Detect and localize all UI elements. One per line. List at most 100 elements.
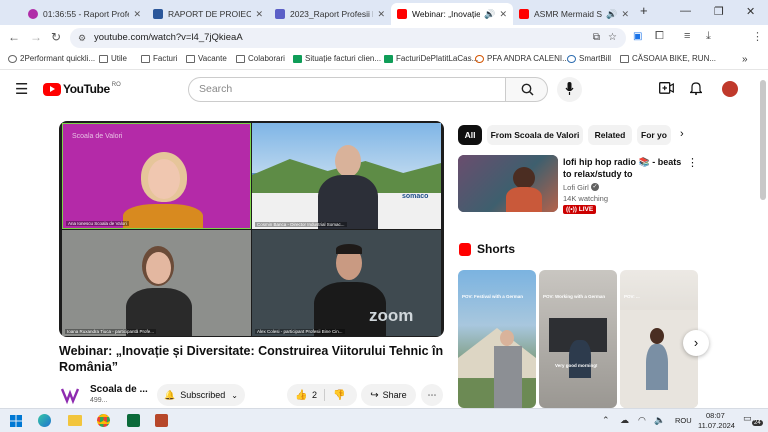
youtube-logo[interactable]: YouTube RO bbox=[43, 82, 121, 96]
bookmark-item[interactable]: FacturiDePlatitLaCas... bbox=[384, 54, 478, 63]
wifi-icon[interactable]: ◠ bbox=[638, 415, 646, 426]
chevron-right-icon: › bbox=[693, 335, 699, 350]
url-field[interactable]: ⚙ youtube.com/watch?v=l4_7jQkieaA ⧉ ☆ bbox=[70, 28, 626, 48]
participant-face bbox=[335, 145, 361, 177]
shorts-next-button[interactable]: › bbox=[683, 330, 709, 356]
windows-start-icon[interactable] bbox=[10, 415, 22, 427]
extension-translate-icon[interactable]: ▣ bbox=[633, 31, 642, 42]
recommended-channel[interactable]: Lofi Girl bbox=[563, 183, 589, 192]
minimize-button[interactable]: — bbox=[680, 5, 691, 17]
cast-icon[interactable]: ⧉ bbox=[593, 28, 600, 48]
channel-name[interactable]: Scoala de ... bbox=[90, 384, 148, 395]
voice-search-button[interactable] bbox=[557, 77, 582, 102]
recommended-title[interactable]: lofi hip hop radio 📚 - beats to relax/st… bbox=[563, 156, 683, 180]
chrome-icon[interactable] bbox=[97, 414, 110, 427]
more-bookmarks-icon[interactable]: » bbox=[742, 54, 748, 65]
bookmark-item[interactable]: SmartBill bbox=[567, 54, 611, 63]
bookmark-site-icon bbox=[475, 54, 484, 63]
bookmark-item[interactable]: Vacante bbox=[186, 54, 227, 63]
close-window-button[interactable]: ✕ bbox=[746, 5, 755, 18]
sheets-icon bbox=[384, 54, 393, 63]
restore-button[interactable]: ❐ bbox=[714, 5, 724, 18]
clock-date[interactable]: 11.07.2024 bbox=[698, 421, 735, 430]
bookmark-star-icon[interactable]: ☆ bbox=[608, 28, 617, 48]
video-player[interactable]: Scoala de Valori Ana Ionescu Scoala de V… bbox=[59, 121, 444, 337]
participant-tile-2: somaco Cosmin Banca - Director Industria… bbox=[252, 123, 441, 229]
notifications-icon[interactable]: ▭ bbox=[743, 413, 752, 424]
account-avatar[interactable] bbox=[722, 81, 738, 97]
bookmark-label: 2Performant quickli... bbox=[20, 54, 96, 63]
tab-1[interactable]: 01:36:55 - Raport Profesii ✕ bbox=[22, 3, 147, 25]
participant-name: Ioana Ruxandra Tiuca - participantă Prof… bbox=[65, 329, 157, 334]
live-badge: ((•)) LIVE bbox=[563, 205, 597, 214]
taskbar-app-icon[interactable] bbox=[127, 414, 140, 427]
forward-icon[interactable]: → bbox=[30, 30, 42, 44]
more-actions-button[interactable]: ⋯ bbox=[421, 384, 443, 406]
chip-related[interactable]: Related bbox=[588, 125, 632, 145]
chips-next-icon[interactable]: › bbox=[680, 128, 684, 140]
tab-3[interactable]: 2023_Raport Profesii bine ✕ bbox=[269, 3, 391, 25]
search-input[interactable]: Search bbox=[188, 77, 506, 102]
subscribed-button[interactable]: 🔔 Subscribed ⌄ bbox=[157, 384, 245, 406]
tab-title: 2023_Raport Profesii bine bbox=[290, 9, 373, 19]
short-item-1[interactable]: POV: Festival with a German bbox=[458, 270, 536, 408]
volume-icon[interactable]: 🔈 bbox=[654, 415, 665, 426]
word-doc-icon bbox=[153, 9, 163, 19]
bookmark-item[interactable]: 2Performant quickli... bbox=[8, 54, 95, 63]
bookmark-item[interactable]: Facturi bbox=[141, 54, 177, 63]
reload-icon[interactable]: ↻ bbox=[51, 30, 61, 44]
search-button[interactable] bbox=[505, 77, 548, 102]
close-tab-icon[interactable]: ✕ bbox=[499, 9, 507, 20]
share-button[interactable]: ↪ Share bbox=[361, 384, 416, 406]
youtube-icon bbox=[519, 9, 529, 19]
tab-4-active[interactable]: Webinar: „Inovație și 🔊 ✕ bbox=[391, 3, 513, 25]
back-icon[interactable]: ← bbox=[8, 30, 20, 44]
dislike-icon[interactable]: 👎 bbox=[333, 390, 345, 401]
tab-5[interactable]: ASMR Mermaid Spa 🔊 ✕ bbox=[513, 3, 635, 25]
close-tab-icon[interactable]: ✕ bbox=[621, 9, 629, 20]
reading-list-icon[interactable]: ≡ bbox=[684, 30, 690, 42]
clock-time[interactable]: 08:07 bbox=[706, 411, 725, 420]
country-code: RO bbox=[111, 82, 121, 88]
bookmark-item[interactable]: CĂSOAIA BIKE, RUN... bbox=[620, 54, 716, 63]
recommended-thumbnail[interactable] bbox=[458, 155, 558, 212]
divider bbox=[324, 389, 325, 401]
browser-menu-icon[interactable]: ⋮ bbox=[752, 30, 763, 43]
create-video-icon[interactable] bbox=[659, 82, 674, 94]
tray-overflow-icon[interactable]: ⌃ bbox=[602, 415, 610, 426]
onedrive-icon[interactable]: ☁ bbox=[620, 415, 629, 426]
keyboard-language[interactable]: ROU bbox=[675, 416, 692, 425]
chip-all[interactable]: All bbox=[458, 125, 482, 145]
powerpoint-icon[interactable] bbox=[155, 414, 168, 427]
bookmarks-bar: 2Performant quickli... Utile Facturi Vac… bbox=[0, 51, 768, 70]
file-explorer-icon[interactable] bbox=[68, 415, 82, 426]
edge-icon[interactable] bbox=[38, 414, 51, 427]
bookmark-item[interactable]: PFA ANDRA CALENI... bbox=[475, 54, 569, 63]
close-tab-icon[interactable]: ✕ bbox=[377, 9, 385, 20]
download-icon[interactable]: ⤓ bbox=[706, 30, 711, 43]
tab-2[interactable]: RAPORT DE PROIECT_PR ✕ bbox=[147, 3, 269, 25]
new-tab-button[interactable]: + bbox=[640, 3, 648, 18]
channel-avatar[interactable] bbox=[60, 385, 80, 405]
hamburger-menu-icon[interactable]: ☰ bbox=[15, 80, 28, 98]
short-item-2[interactable]: POV: Working with a German Very good mor… bbox=[539, 270, 617, 408]
bookmark-item[interactable]: Situație facturi clien... bbox=[293, 54, 381, 63]
close-tab-icon[interactable]: ✕ bbox=[133, 9, 141, 20]
notifications-bell-icon[interactable] bbox=[690, 81, 702, 95]
close-tab-icon[interactable]: ✕ bbox=[255, 9, 263, 20]
microphone-icon bbox=[565, 82, 574, 95]
chip-for-you[interactable]: For yo bbox=[637, 125, 671, 145]
folder-icon bbox=[99, 54, 108, 63]
bookmark-label: Vacante bbox=[198, 54, 227, 63]
site-info-icon[interactable]: ⚙ bbox=[78, 28, 86, 48]
like-icon[interactable]: 👍 bbox=[295, 390, 307, 401]
recommended-more-icon[interactable]: ⋮ bbox=[687, 156, 698, 169]
tab-title: RAPORT DE PROIECT_PR bbox=[168, 9, 252, 19]
chip-from-channel[interactable]: From Scoala de Valori bbox=[487, 125, 583, 145]
bookmark-item[interactable]: Colaborari bbox=[236, 54, 285, 63]
address-bar-row: ← → ↻ ⚙ youtube.com/watch?v=l4_7jQkieaA … bbox=[0, 25, 768, 69]
bookmark-item[interactable]: Utile bbox=[99, 54, 127, 63]
extensions-icon[interactable]: ⧠ bbox=[655, 30, 664, 43]
page-scrollbar[interactable] bbox=[760, 80, 766, 200]
person-face bbox=[500, 330, 514, 346]
